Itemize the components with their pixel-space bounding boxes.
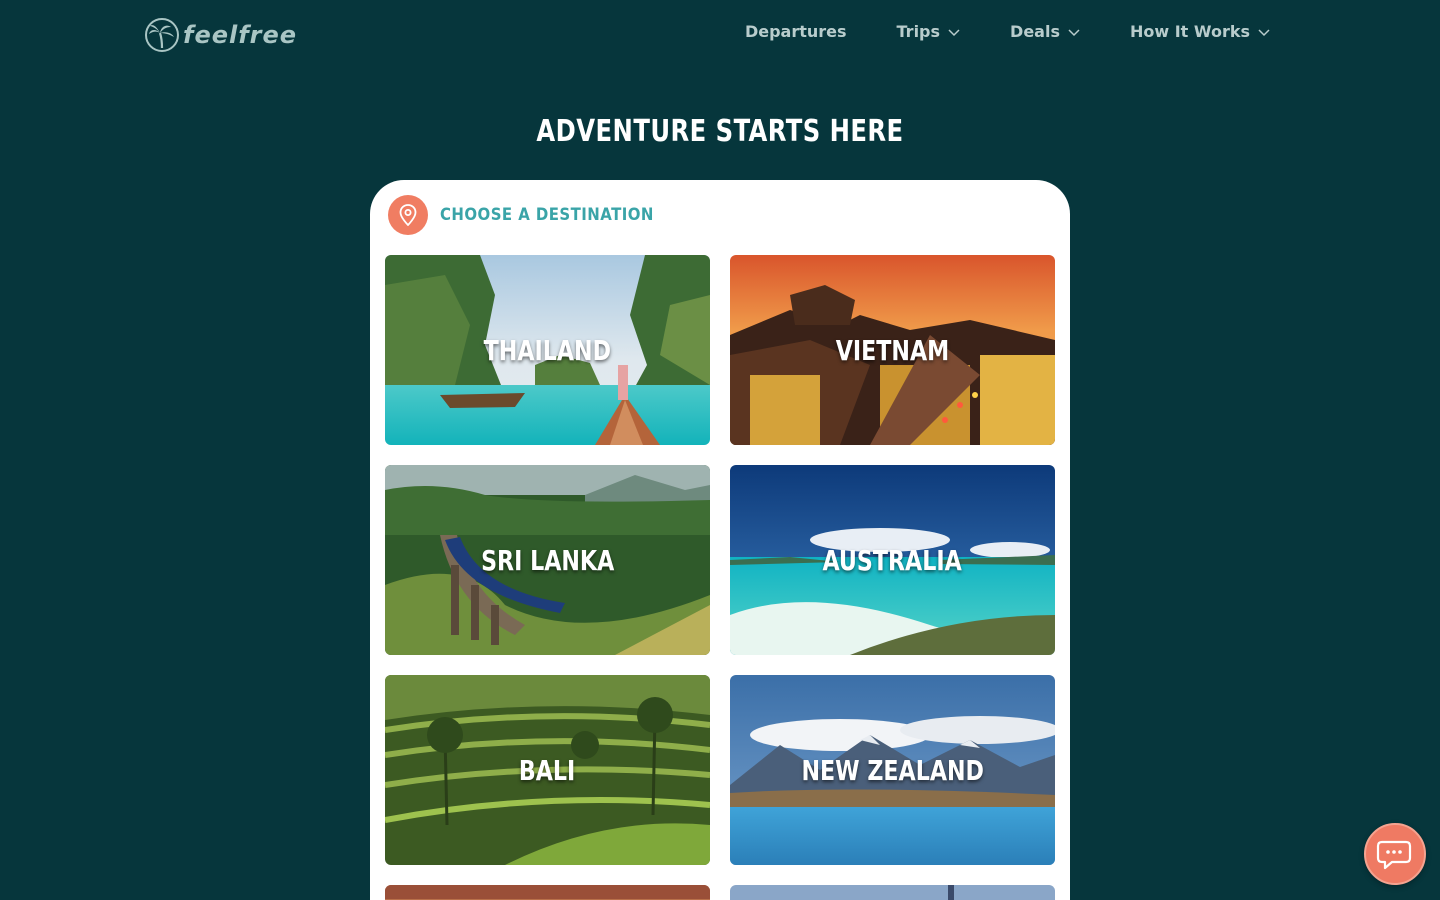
chevron-down-icon	[948, 28, 960, 36]
chevron-down-icon	[1068, 28, 1080, 36]
nav-how-it-works-label: How It Works	[1129, 22, 1250, 41]
map-pin-icon	[388, 195, 428, 235]
destination-card-sri-lanka[interactable]: SRI LANKA	[385, 465, 710, 655]
destination-label: VIETNAM	[835, 333, 950, 367]
brand-name: feelfree	[183, 21, 298, 49]
destination-grid: THAILAND VIETNAM SRI LANKA AUSTRALIA BAL…	[385, 255, 1055, 900]
destination-label: SRI LANKA	[480, 543, 615, 577]
destination-panel: CHOOSE A DESTINATION THAILAND VIETNAM SR…	[370, 180, 1070, 900]
main-nav: Departures Trips Deals How It Works	[745, 22, 1270, 41]
site-header: feelfree Departures Trips Deals How It W…	[0, 0, 1440, 70]
nav-deals-label: Deals	[1010, 22, 1060, 41]
chat-bubble-icon	[1376, 840, 1412, 870]
panel-title: CHOOSE A DESTINATION	[440, 205, 654, 225]
destination-label: NEW ZEALAND	[801, 753, 984, 787]
destination-card-australia[interactable]: AUSTRALIA	[730, 465, 1055, 655]
destination-card-vietnam[interactable]: VIETNAM	[730, 255, 1055, 445]
nav-departures-label: Departures	[744, 22, 847, 41]
destination-image	[730, 885, 1055, 900]
chat-button[interactable]	[1364, 823, 1426, 885]
nav-trips-label: Trips	[896, 22, 941, 41]
destination-card-bali[interactable]: BALI	[385, 675, 710, 865]
destination-label: BALI	[519, 753, 576, 787]
nav-how-it-works[interactable]: How It Works	[1130, 22, 1270, 41]
palm-tree-icon	[145, 18, 179, 52]
destination-card-new-zealand[interactable]: NEW ZEALAND	[730, 675, 1055, 865]
destination-label: THAILAND	[483, 333, 612, 367]
destination-label: AUSTRALIA	[822, 543, 963, 577]
destination-panel-header: CHOOSE A DESTINATION	[388, 195, 683, 235]
hero-title: ADVENTURE STARTS HERE	[536, 114, 904, 149]
destination-card-thailand[interactable]: THAILAND	[385, 255, 710, 445]
destination-image	[385, 885, 710, 900]
destination-card-partial-left[interactable]	[385, 885, 710, 900]
destination-card-partial-right[interactable]	[730, 885, 1055, 900]
chevron-down-icon	[1258, 28, 1270, 36]
nav-departures[interactable]: Departures	[745, 22, 847, 41]
brand-logo[interactable]: feelfree	[145, 17, 297, 53]
nav-trips[interactable]: Trips	[897, 22, 961, 41]
nav-deals[interactable]: Deals	[1010, 22, 1080, 41]
